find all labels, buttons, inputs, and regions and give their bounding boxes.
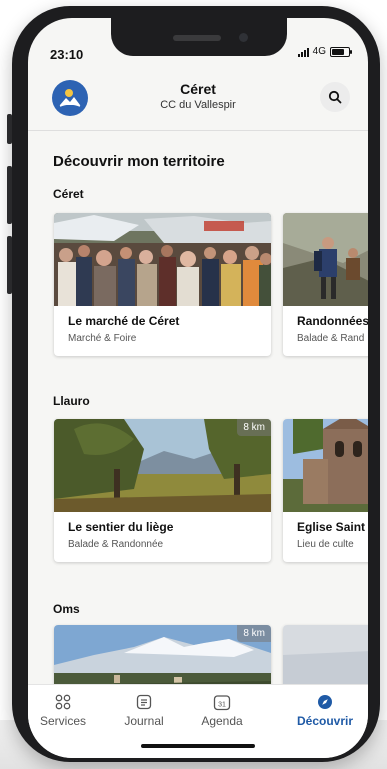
tab-label: Agenda	[201, 714, 243, 728]
mute-switch	[7, 114, 12, 144]
volume-up-button	[7, 166, 12, 224]
section-title-oms: Oms	[53, 602, 80, 616]
place-name: Randonnées	[297, 314, 368, 328]
screen: 23:10 4G Céret CC du Vallespir Découvrir…	[28, 18, 368, 758]
signal-icon	[297, 47, 309, 57]
tab-decouvrir[interactable]: Découvrir	[290, 693, 360, 728]
notch	[111, 18, 287, 56]
discover-content[interactable]: Découvrir mon territoire Céret Le marché…	[28, 131, 368, 691]
place-name: Eglise Saint	[297, 520, 366, 534]
search-icon	[328, 90, 342, 104]
place-card[interactable]: Eglise Saint Lieu de culte	[283, 419, 368, 562]
tab-label: Découvrir	[296, 714, 354, 728]
place-card[interactable]: 8 km Le sentier du liège Balade & Randon…	[54, 419, 271, 562]
hiking-photo	[283, 213, 368, 306]
page-subtitle: CC du Vallespir	[160, 99, 236, 111]
speaker	[173, 35, 221, 41]
status-indicators: 4G	[297, 46, 352, 57]
church-photo	[283, 419, 368, 512]
tab-journal[interactable]: Journal	[109, 693, 179, 728]
place-card[interactable]: 8 km	[54, 625, 271, 691]
place-photo	[283, 625, 368, 691]
place-card[interactable]: Randonnées Balade & Rand	[283, 213, 368, 356]
app-header: Céret CC du Vallespir	[28, 74, 368, 138]
journal-icon	[136, 694, 152, 710]
svg-text:31: 31	[218, 701, 226, 708]
calendar-icon: 31	[213, 694, 231, 710]
compass-icon	[318, 695, 332, 709]
tab-services[interactable]: Services	[28, 693, 98, 728]
grid-icon	[55, 694, 71, 710]
camera	[239, 33, 248, 42]
home-indicator	[141, 744, 255, 748]
tab-label: Services	[39, 714, 86, 728]
place-category: Balade & Randonnée	[68, 539, 164, 550]
market-photo	[54, 213, 271, 306]
tab-label: Journal	[124, 714, 164, 728]
tab-bar: Services Journal 31 Agenda Découvrir	[28, 684, 368, 758]
search-button[interactable]	[320, 82, 350, 112]
distance-badge: 8 km	[237, 419, 271, 436]
section-heading: Découvrir mon territoire	[53, 153, 225, 170]
volume-down-button	[7, 236, 12, 294]
section-title-ceret: Céret	[53, 187, 84, 201]
battery-icon	[330, 46, 352, 57]
place-category: Marché & Foire	[68, 333, 137, 344]
distance-badge: 8 km	[237, 625, 271, 642]
section-title-llauro: Llauro	[53, 394, 90, 408]
page-title-city: Céret	[180, 81, 216, 97]
place-card[interactable]: Le marché de Céret Marché & Foire	[54, 213, 271, 356]
place-category: Balade & Rand	[297, 333, 365, 344]
network-label: 4G	[312, 46, 326, 57]
place-name: Le sentier du liège	[68, 520, 174, 534]
place-category: Lieu de culte	[297, 539, 354, 550]
place-card[interactable]	[283, 625, 368, 691]
status-time: 23:10	[50, 47, 84, 62]
place-name: Le marché de Céret	[68, 314, 180, 328]
tab-agenda[interactable]: 31 Agenda	[187, 693, 257, 728]
